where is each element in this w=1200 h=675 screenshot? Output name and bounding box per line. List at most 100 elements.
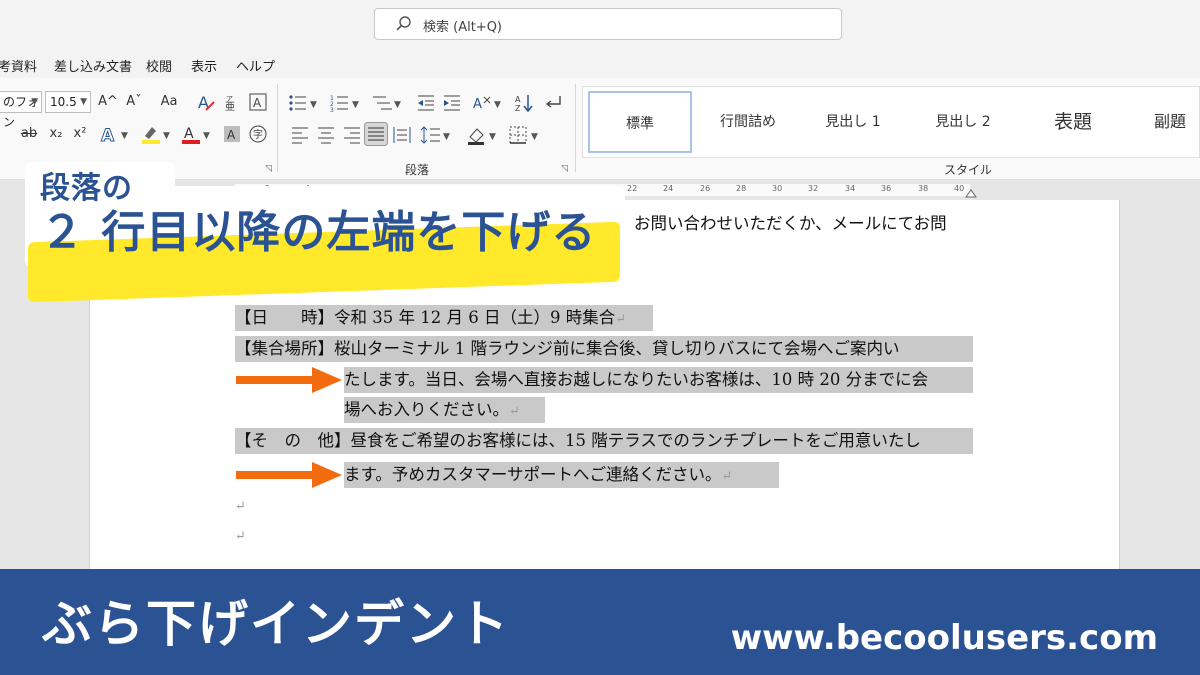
font-size-select[interactable]: 10.5 ▼ — [45, 91, 91, 113]
shrink-font-button[interactable]: Aˇ — [122, 91, 146, 113]
bullets-icon[interactable]: ▼ — [288, 93, 322, 113]
other-paragraph-line-2: ます。予めカスタマーサポートへご連絡ください。↵ — [344, 462, 779, 488]
multilevel-list-icon[interactable]: ▼ — [372, 93, 406, 113]
ribbon-divider — [277, 84, 278, 172]
svg-text:▼: ▼ — [352, 100, 359, 110]
style-subtitle[interactable]: 副題 — [1135, 91, 1200, 153]
svg-text:▼: ▼ — [494, 100, 501, 110]
asian-layout-icon[interactable]: A ▼ — [472, 93, 506, 113]
paragraph-group-label: 段落 — [405, 163, 430, 177]
ruler-tick: 26 — [700, 184, 711, 193]
ruler-tick: 30 — [772, 184, 783, 193]
ruler-tick: 40 — [954, 184, 965, 193]
font-color-icon[interactable]: A ▼ — [180, 124, 214, 144]
body-text-line: お問い合わせいただくか、メールにてお問 — [634, 214, 947, 233]
ruler-tick: 28 — [736, 184, 747, 193]
align-left-icon[interactable] — [290, 125, 310, 145]
style-title[interactable]: 表題 — [1023, 91, 1123, 153]
place-text-1: 桜山ターミナル 1 階ラウンジ前に集合後、貸し切りバスにて会場へご案内い — [334, 339, 900, 358]
place-paragraph-line-2: たします。当日、会場へ直接お越しになりたいお客様は、10 時 20 分までに会 — [344, 367, 973, 393]
style-heading-1[interactable]: 見出し 1 — [803, 91, 903, 153]
grow-font-button[interactable]: A^ — [96, 91, 120, 113]
styles-gallery: 標準 行間詰め 見出し 1 見出し 2 表題 副題 — [582, 86, 1200, 158]
tab-references[interactable]: 考資料 — [0, 56, 37, 75]
tab-review[interactable]: 校閲 — [146, 56, 172, 75]
line-spacing-icon[interactable]: ▼ — [420, 125, 454, 145]
borders-icon[interactable]: ▼ — [508, 125, 542, 145]
ruler-tick: 32 — [808, 184, 819, 193]
ruler-tick: 24 — [663, 184, 674, 193]
style-heading-2[interactable]: 見出し 2 — [913, 91, 1013, 153]
numbering-icon[interactable]: 123▼ — [330, 93, 364, 113]
svg-text:▼: ▼ — [203, 131, 210, 141]
tab-mailings[interactable]: 差し込み文書 — [54, 56, 132, 75]
paragraph-mark: ↵ — [509, 404, 520, 419]
svg-text:Z: Z — [515, 104, 521, 113]
justify-icon[interactable] — [364, 122, 388, 146]
decrease-indent-icon[interactable] — [416, 93, 436, 113]
site-url[interactable]: www.becoolusers.com — [731, 618, 1158, 658]
paragraph-mark: ↵ — [615, 312, 627, 327]
search-placeholder: 検索 (Alt+Q) — [423, 20, 503, 35]
chevron-down-icon: ▼ — [31, 97, 38, 107]
shading-icon[interactable]: ▼ — [466, 125, 500, 145]
clear-formatting-icon[interactable]: A — [196, 92, 216, 112]
show-paragraph-marks-icon[interactable] — [542, 93, 564, 113]
chevron-down-icon: ▼ — [80, 97, 87, 107]
ruler-tick: 34 — [845, 184, 856, 193]
change-case-button[interactable]: Aa — [150, 91, 188, 113]
callout-heading-large: ２ 行目以降の左端を下げる — [40, 207, 597, 258]
date-value: 令和 35 年 12 月 6 日（土）9 時集合 — [334, 308, 616, 327]
other-text-1: 昼食をご希望のお客様には、15 階テラスでのランチプレートをご用意いたし — [350, 431, 921, 450]
svg-text:3: 3 — [330, 107, 334, 113]
ruler-tick: 22 — [627, 184, 638, 193]
svg-text:A: A — [473, 97, 482, 112]
ribbon-divider — [575, 84, 576, 172]
tab-view[interactable]: 表示 — [191, 56, 217, 75]
search-box[interactable]: 検索 (Alt+Q) — [374, 8, 842, 40]
other-paragraph-line-1: 【そ の 他】昼食をご希望のお客様には、15 階テラスでのランチプレートをご用意… — [235, 428, 973, 454]
right-indent-marker[interactable] — [965, 188, 977, 198]
place-paragraph-line-3: 場へお入りください。↵ — [344, 397, 545, 423]
enclose-characters-icon[interactable]: 字 — [248, 124, 268, 144]
align-right-icon[interactable] — [342, 125, 362, 145]
paragraph-dialog-launcher-icon[interactable]: ◹ — [561, 164, 568, 174]
svg-text:A: A — [253, 96, 262, 110]
increase-indent-icon[interactable] — [442, 93, 462, 113]
svg-text:▼: ▼ — [489, 132, 496, 142]
place-label: 【集合場所】 — [235, 339, 334, 358]
style-no-spacing[interactable]: 行間詰め — [698, 91, 798, 153]
banner-title: ぶら下げインデント — [42, 595, 510, 653]
align-center-icon[interactable] — [316, 125, 336, 145]
character-shading-icon[interactable]: A — [222, 124, 242, 144]
date-label: 【日 時】 — [235, 308, 334, 327]
right-arrow-icon — [236, 462, 342, 488]
font-name-select[interactable]: のフォン ▼ — [0, 91, 42, 129]
superscript-button[interactable]: x² — [70, 123, 90, 145]
other-text-2: ます。予めカスタマーサポートへご連絡ください。 — [344, 465, 722, 484]
sort-icon[interactable]: AZ — [514, 93, 534, 113]
style-normal[interactable]: 標準 — [588, 91, 692, 153]
svg-text:▼: ▼ — [310, 100, 317, 110]
paragraph-mark: ↵ — [721, 469, 733, 484]
svg-text:A: A — [184, 126, 194, 142]
subscript-button[interactable]: x₂ — [46, 123, 66, 145]
tab-help[interactable]: ヘルプ — [236, 56, 275, 75]
svg-text:字: 字 — [253, 128, 263, 141]
search-icon — [396, 16, 411, 31]
phonetic-guide-icon[interactable]: ア亜 — [222, 92, 242, 112]
place-paragraph-line-1: 【集合場所】桜山ターミナル 1 階ラウンジ前に集合後、貸し切りバスにて会場へご案… — [235, 336, 973, 362]
svg-text:A: A — [101, 126, 115, 144]
svg-text:▼: ▼ — [163, 131, 170, 141]
paragraph-mark: ↵ — [235, 529, 246, 544]
ruler-tick: 38 — [918, 184, 929, 193]
font-dialog-launcher-icon[interactable]: ◹ — [265, 164, 272, 174]
date-paragraph: 【日 時】令和 35 年 12 月 6 日（土）9 時集合↵ — [235, 305, 653, 331]
strikethrough-button[interactable]: ab — [16, 123, 42, 145]
character-border-icon[interactable]: A — [248, 92, 268, 112]
ruler-tick: 36 — [881, 184, 892, 193]
text-effects-icon[interactable]: A ▼ — [99, 124, 133, 145]
distributed-icon[interactable] — [392, 125, 412, 145]
place-text-3: 場へお入りください。 — [344, 400, 509, 419]
highlight-color-icon[interactable]: ▼ — [140, 124, 174, 144]
